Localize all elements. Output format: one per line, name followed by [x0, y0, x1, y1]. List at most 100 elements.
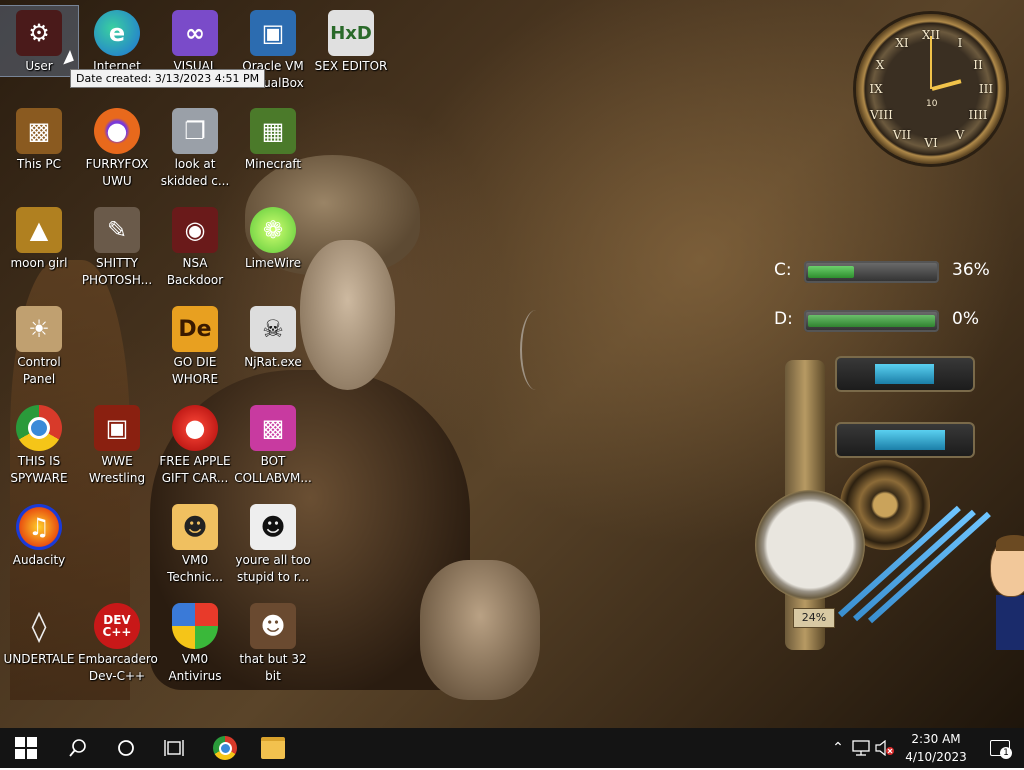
wallpaper-face: [300, 240, 395, 390]
taskbar-time: 2:30 AM: [911, 732, 961, 746]
notification-count-badge: 1: [1000, 747, 1012, 759]
clock-gadget[interactable]: XII I II III IIII V VI VII VIII IX X XI …: [856, 14, 1006, 164]
drive-usage-fill: [808, 266, 854, 278]
desktop-icon-photoshop[interactable]: ✎ SHITTY PHOTOSH...: [78, 203, 156, 289]
taskbar-chrome[interactable]: [204, 728, 246, 768]
desktop-icon-njrat[interactable]: ☠ NjRat.exe: [234, 302, 312, 371]
icon-label: LimeWire: [244, 256, 302, 270]
volume-button[interactable]: [874, 728, 896, 768]
desktop-icon-bot-collabvm[interactable]: ▩ BOT COLLABVM...: [234, 401, 312, 487]
desktop-icon-minecraft[interactable]: ▦ Minecraft: [234, 104, 312, 173]
chrome-icon: [213, 736, 237, 760]
meter-fill: [875, 364, 934, 384]
show-hidden-icons-button[interactable]: ⌃: [828, 728, 848, 768]
icon-label: FURRYFOX UWU: [85, 157, 149, 188]
control-panel-icon: ☀: [16, 306, 62, 352]
drive-meter-c[interactable]: C: 36%: [742, 257, 997, 287]
desktop-icon-nsa-backdoor[interactable]: ◉ NSA Backdoor: [156, 203, 234, 289]
edge-icon: e: [94, 10, 140, 56]
taskbar-clock[interactable]: 2:30 AM 4/10/2023: [896, 728, 976, 770]
drive-percent: 0%: [952, 309, 979, 329]
clock-numeral: XI: [895, 36, 909, 50]
clock-hour-hand: [931, 79, 962, 91]
apple-icon: ●: [172, 405, 218, 451]
icon-label: NjRat.exe: [244, 355, 302, 369]
start-button[interactable]: [0, 728, 52, 768]
limewire-icon: ❁: [250, 207, 296, 253]
nsa-icon: ◉: [172, 207, 218, 253]
cartoon-man-icon[interactable]: [990, 535, 1024, 650]
task-view-button[interactable]: [154, 728, 194, 768]
drive-usage-fill: [808, 315, 935, 327]
desktop-icon-vm0-antivirus[interactable]: VM0 Antivirus: [156, 599, 234, 685]
gauge-readout: 24%: [793, 608, 835, 628]
clock-numeral: VI: [924, 136, 938, 150]
drive-meter-d[interactable]: D: 0%: [742, 306, 997, 336]
meter-fill: [875, 430, 945, 450]
clock-numeral: X: [875, 58, 885, 72]
system-meter-gadget[interactable]: 24%: [755, 350, 1000, 650]
desktop-icon-vm0-technic[interactable]: ☻ VM0 Technic...: [156, 500, 234, 586]
desktop-icon-audacity[interactable]: ♫ Audacity: [0, 500, 78, 569]
cpu-meter-tube: [835, 356, 975, 392]
clock-numeral: VIII: [870, 108, 893, 122]
desktop-icon-this-pc[interactable]: ▩ This PC: [0, 104, 78, 173]
icon-label: VM0 Antivirus: [168, 652, 222, 683]
desktop-icon-moon-girl[interactable]: ▲ moon girl: [0, 203, 78, 272]
desktop-icon-apple-gift[interactable]: ● FREE APPLE GIFT CAR...: [156, 401, 234, 487]
desktop-icon-spyware[interactable]: THIS IS SPYWARE: [0, 401, 78, 487]
clock-minute-hand: [930, 36, 932, 89]
desktop-icon-devcpp[interactable]: DEV C++ Embarcadero Dev-C++: [78, 599, 158, 685]
icon-label: UNDERTALE: [3, 652, 75, 666]
de-icon: De: [172, 306, 218, 352]
tv-icon: ▣: [94, 405, 140, 451]
icon-label: Control Panel: [17, 355, 61, 386]
desktop-icon-internet[interactable]: e Internet: [78, 6, 156, 75]
desktop[interactable]: ⚙ User e Internet ∞ VISUAL ▣ Oracle VM V…: [0, 0, 1024, 728]
virtualbox-icon: ▣: [250, 10, 296, 56]
tooltip: Date created: 3/13/2023 4:51 PM: [70, 69, 266, 88]
start-icon: [15, 737, 37, 759]
devcpp-icon: DEV C++: [94, 603, 140, 649]
unity-icon: ◊: [31, 608, 47, 644]
desktop-icon-limewire[interactable]: ❁ LimeWire: [234, 203, 312, 272]
network-button[interactable]: [850, 728, 872, 768]
icon-label: SHITTY PHOTOSH...: [81, 256, 153, 287]
clock-numeral: IX: [869, 82, 883, 96]
notification-icon: 1: [990, 740, 1012, 759]
search-button[interactable]: [58, 728, 98, 768]
hxd-icon: HxD: [328, 10, 374, 56]
desktop-icon-visual[interactable]: ∞ VISUAL: [156, 6, 234, 75]
cartoon-hair: [996, 535, 1024, 551]
icon-label: GO DIE WHORE: [171, 355, 219, 386]
drive-tube: [804, 310, 939, 332]
clock-numeral: VII: [892, 128, 912, 142]
icon-label: Minecraft: [244, 157, 302, 171]
desktop-icon-sex-editor[interactable]: HxD SEX EDITOR: [312, 6, 390, 75]
monitor-pink-icon: ▩: [250, 405, 296, 451]
desktop-icon-go-die[interactable]: De GO DIE WHORE: [156, 302, 234, 388]
user-folder-icon: ⚙: [16, 10, 62, 56]
taskbar-file-explorer[interactable]: [252, 728, 294, 768]
desktop-icon-wwe[interactable]: ▣ WWE Wrestling: [78, 401, 156, 487]
drive-letter: D:: [774, 309, 793, 329]
icon-label: Embarcadero Dev-C++: [78, 652, 158, 683]
desktop-icon-32bit[interactable]: ☻ that but 32 bit: [234, 599, 312, 685]
desktop-icon-skidded[interactable]: ❐ look at skidded c...: [156, 104, 234, 190]
cortana-icon: [118, 740, 134, 756]
desktop-icon-undertale[interactable]: ◊ UNDERTALE: [0, 599, 78, 668]
desktop-icon-stupid[interactable]: ☻ youre all too stupid to r...: [234, 500, 312, 586]
icon-label: FREE APPLE GIFT CAR...: [159, 454, 231, 485]
icon-label: SEX EDITOR: [314, 59, 388, 73]
firefox-icon: ●: [94, 108, 140, 154]
icon-label: Audacity: [12, 553, 66, 567]
wallpaper-hand: [420, 560, 540, 700]
desktop-icon-control-panel[interactable]: ☀ Control Panel: [0, 302, 78, 388]
cortana-button[interactable]: [106, 728, 146, 768]
audacity-icon: ♫: [16, 504, 62, 550]
action-center-button[interactable]: 1: [978, 728, 1022, 768]
wallpaper-smoke: [520, 310, 552, 390]
desktop-icon-furryfox[interactable]: ● FURRYFOX UWU: [78, 104, 156, 190]
network-icon: [852, 740, 870, 756]
shield-icon: [172, 603, 218, 649]
